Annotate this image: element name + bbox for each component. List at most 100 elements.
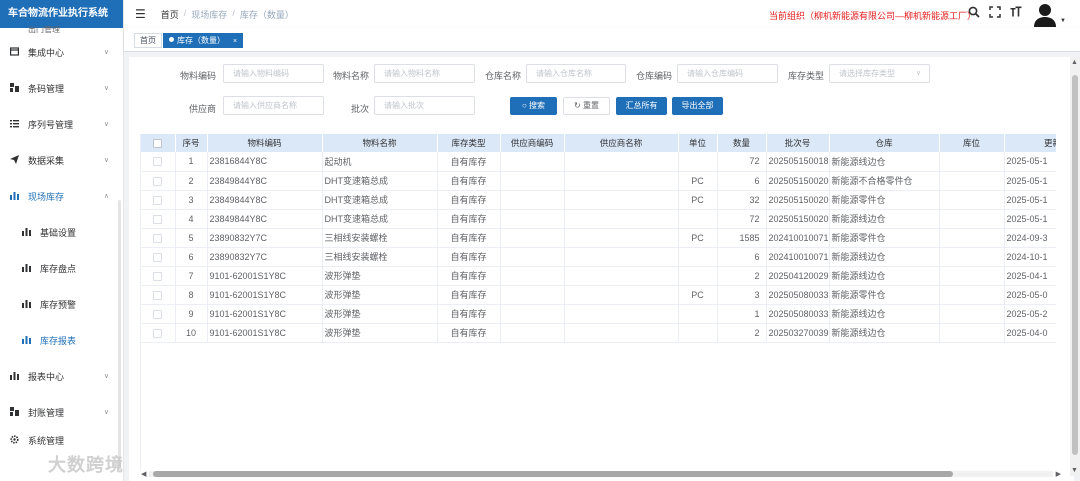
table-cell [564,209,679,229]
table-cell: 202505150018 [766,152,830,172]
checkbox[interactable] [153,271,163,281]
arrow-down-icon[interactable]: ▼ [1071,467,1078,474]
checkbox[interactable] [153,214,163,224]
fullscreen-icon[interactable] [989,6,1001,21]
arrow-right-icon[interactable]: ▶ [1056,470,1061,478]
sidebar-item-0[interactable]: 集成中心 ∨ [0,34,123,70]
arrow-up-icon[interactable]: ▲ [1071,59,1078,66]
scroll-thumb[interactable] [153,471,953,477]
table-cell: 波形弹垫 [322,285,438,305]
sidebar-item-11[interactable]: 系统管理 [0,430,123,450]
table-row[interactable]: 1 23816844Y8C 起动机 自有库存 72 202505150018 新能源线边仓 2… [141,152,1056,172]
table-cell [564,266,679,286]
sidebar-item-8[interactable]: 库存报表 [0,322,123,358]
checkbox[interactable] [153,252,163,262]
row-checkbox-cell[interactable] [141,247,176,267]
table-cell: 202410010071 [766,228,830,248]
summary-all-button[interactable]: 汇总所有 [616,97,667,115]
sidebar-item-5[interactable]: 基础设置 [0,214,123,250]
checkbox[interactable] [153,139,163,149]
reset-button[interactable]: ↻ 重置 [563,97,610,115]
search-button[interactable]: ○ 搜索 [510,97,557,115]
table-cell: 3 [717,285,767,305]
close-icon[interactable]: × [233,38,237,45]
font-size-icon[interactable] [1010,6,1022,21]
sidebar-item-7[interactable]: 库存预警 [0,286,123,322]
table-row[interactable]: 2 23849844Y8C DHT变速箱总成 自有库存 PC 6 202505150020 新… [141,171,1056,191]
table-row[interactable]: 4 23849844Y8C DHT变速箱总成 自有库存 72 202505150020 新能… [141,209,1056,229]
sidebar-item-6[interactable]: 库存盘点 [0,250,123,286]
row-checkbox-cell[interactable] [141,171,176,191]
scroll-thumb[interactable] [1072,75,1078,455]
warehouse-name-input[interactable]: 请输入仓库名称 [526,64,626,83]
row-checkbox-cell[interactable] [141,285,176,305]
table-cell [500,247,565,267]
search-icon: ○ [521,101,527,110]
bar-chart-icon [21,335,31,346]
checkbox[interactable] [153,157,163,167]
current-org: 当前组织（柳机新能源有限公司—柳机新能源工厂） [768,11,976,21]
sidebar-item-9[interactable]: 报表中心 ∨ [0,358,123,394]
sidebar-item-1[interactable]: 条码管理 ∨ [0,70,123,106]
row-checkbox-cell[interactable] [141,152,176,172]
table-cell: 自有库存 [437,304,501,324]
tag-home[interactable]: 首页 [134,33,162,48]
row-checkbox-cell[interactable] [141,266,176,286]
stock-type-select[interactable]: 请选择库存类型 ∨ [829,64,930,83]
material-name-input[interactable]: 请输入物料名称 [374,64,475,83]
checkbox[interactable] [153,233,163,243]
batch-input[interactable]: 请输入批次 [374,96,475,115]
select-all-checkbox[interactable] [141,134,176,152]
arrow-left-icon[interactable]: ◀ [141,470,146,478]
table-row[interactable]: 5 23890832Y7C 三相线安装螺栓 自有库存 PC 1585 20241001007… [141,228,1056,248]
supplier-input[interactable]: 请输入供应商名称 [223,96,324,115]
sidebar-item-10[interactable]: 封账管理 ∨ [0,394,123,430]
row-checkbox-cell[interactable] [141,209,176,229]
checkbox[interactable] [153,309,163,319]
checkbox[interactable] [153,290,163,300]
row-checkbox-cell[interactable] [141,190,176,210]
checkbox[interactable] [153,328,163,338]
breadcrumb-inventory[interactable]: 现场库存 [191,8,227,21]
sidebar-item-label: 库存盘点 [40,263,77,274]
table-cell: PC [678,190,718,210]
search-icon[interactable] [968,6,980,21]
warehouse-name-label: 仓库名称 [484,71,521,81]
table-cell: 2024-09-3 [1004,228,1056,248]
table-cell: 202410010071 [766,247,830,267]
horizontal-scrollbar[interactable]: ◀ ▶ [141,470,1061,478]
table-row[interactable]: 6 23890832Y7C 三相线安装螺栓 自有库存 6 202410010071 新能源线… [141,247,1056,267]
warehouse-code-input[interactable]: 请输入仓库编码 [677,64,778,83]
chevron-down-icon: ∨ [103,85,109,92]
watermark-text: 大数跨境 [48,455,124,475]
hamburger-icon[interactable]: ☰ [135,7,146,21]
chevron-down-icon: ∨ [103,49,109,56]
breadcrumb-home[interactable]: 首页 [161,8,179,21]
vertical-scrollbar[interactable]: ▲ ▼ [1070,57,1080,476]
table-cell: 2025-05-0 [1004,285,1056,305]
sidebar-item-partial[interactable]: 出门管理 [0,26,123,34]
table-cell: 3 [175,190,208,210]
window-icon [9,46,19,58]
table-row[interactable]: 10 9101-62001S1Y8C 波形弹垫 自有库存 2 202503270039 新能… [141,323,1056,343]
material-code-input[interactable]: 请输入物料编码 [223,64,324,83]
table-row[interactable]: 7 9101-62001S1Y8C 波形弹垫 自有库存 2 202504120029 新能源… [141,266,1056,286]
row-checkbox-cell[interactable] [141,228,176,248]
checkbox[interactable] [153,176,163,186]
checkbox[interactable] [153,195,163,205]
tag-inventory-quantity[interactable]: 库存（数量） × [163,33,244,48]
user-avatar[interactable] [1032,1,1058,27]
table-cell: 6 [717,247,767,267]
sidebar-item-3[interactable]: 数据采集 ∨ [0,142,123,178]
caret-down-icon[interactable]: ▼ [1060,18,1066,24]
sidebar-item-2[interactable]: 序列号管理 ∨ [0,106,123,142]
table-row[interactable]: 8 9101-62001S1Y8C 波形弹垫 自有库存 PC 3 202505080033 新… [141,285,1056,305]
table-row[interactable]: 9 9101-62001S1Y8C 波形弹垫 自有库存 1 202505080033 新能源… [141,304,1056,324]
export-all-button[interactable]: 导出全部 [672,97,723,115]
row-checkbox-cell[interactable] [141,323,176,343]
row-checkbox-cell[interactable] [141,304,176,324]
chevron-down-icon: ∨ [103,157,109,164]
table-row[interactable]: 3 23849844Y8C DHT变速箱总成 自有库存 PC 32 202505150020… [141,190,1056,210]
sidebar-scrollbar[interactable] [118,200,121,470]
sidebar-item-4[interactable]: 现场库存 ∧ [0,178,123,214]
